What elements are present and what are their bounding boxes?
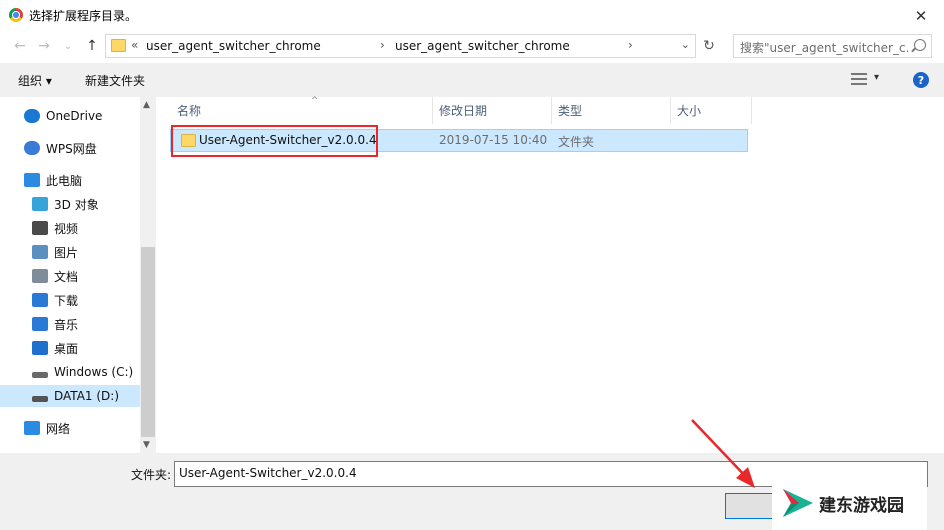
desktop-icon: [32, 341, 48, 355]
breadcrumb-overflow[interactable]: «: [131, 38, 138, 52]
watermark: 建东游戏园: [772, 476, 927, 530]
view-options-icon[interactable]: [851, 73, 867, 85]
file-type: 文件夹: [558, 135, 595, 149]
drive-d-icon: [32, 396, 48, 402]
sidebar-item-label: 视频: [54, 221, 79, 236]
search-placeholder: 搜索"user_agent_switcher_c...: [740, 41, 908, 55]
sidebar-item-label: 桌面: [54, 341, 79, 356]
sidebar-item[interactable]: 网络: [0, 417, 140, 439]
column-headers: 名称 ^ 修改日期 类型 大小: [157, 96, 944, 124]
sort-ascending-icon: ^: [311, 96, 319, 106]
sidebar-item-label: 网络: [46, 421, 71, 436]
column-header-label: 类型: [558, 104, 583, 118]
column-header-modified[interactable]: 修改日期: [433, 97, 552, 124]
title-bar: 选择扩展程序目录。 ✕: [0, 0, 944, 31]
sidebar-item-label: WPS网盘: [46, 141, 97, 156]
video-icon: [32, 221, 48, 235]
watermark-text: 建东游戏园: [819, 495, 904, 516]
watermark-logo-icon: [783, 489, 813, 517]
search-icon[interactable]: [914, 39, 926, 51]
sidebar-item-label: 3D 对象: [54, 197, 99, 212]
sidebar-item-label: 音乐: [54, 317, 79, 332]
onedrive-icon: [24, 109, 40, 123]
organize-button[interactable]: 组织 ▾: [18, 72, 52, 89]
sidebar-item[interactable]: WPS网盘: [0, 137, 140, 159]
drive-c-icon: [32, 372, 48, 378]
sidebar-item[interactable]: DATA1 (D:): [0, 385, 140, 407]
new-folder-button[interactable]: 新建文件夹: [85, 72, 145, 89]
sidebar-item[interactable]: 图片: [0, 241, 140, 263]
file-modified: 2019-07-15 10:40: [439, 133, 548, 147]
computer-icon: [24, 173, 40, 187]
highlight-annotation: [171, 125, 378, 157]
folder-field-label: 文件夹:: [131, 468, 172, 482]
view-dropdown-icon[interactable]: ▾: [874, 72, 879, 83]
sidebar-item-label: 图片: [54, 245, 79, 260]
breadcrumb-separator[interactable]: ›: [628, 38, 633, 52]
download-icon: [32, 293, 48, 307]
breadcrumb-item[interactable]: user_agent_switcher_chrome: [395, 39, 570, 53]
command-toolbar: 组织 ▾ 新建文件夹 ▾ ?: [0, 63, 944, 97]
close-button[interactable]: ✕: [898, 0, 944, 31]
forward-button[interactable]: →: [35, 37, 53, 55]
up-button[interactable]: ↑: [83, 37, 101, 55]
wps-cloud-icon: [24, 141, 40, 155]
column-header-size[interactable]: 大小: [671, 97, 752, 124]
back-button[interactable]: ←: [11, 37, 29, 55]
sidebar-item[interactable]: 3D 对象: [0, 193, 140, 215]
sidebar-item-label: 此电脑: [46, 173, 83, 188]
scroll-thumb[interactable]: [141, 247, 155, 437]
help-button[interactable]: ?: [913, 72, 929, 88]
sidebar-item[interactable]: 下载: [0, 289, 140, 311]
navigation-bar: ← → ⌄ ↑ « user_agent_switcher_chrome › u…: [0, 31, 944, 61]
sidebar-item-label: Windows (C:): [54, 365, 134, 379]
column-header-label: 大小: [677, 104, 702, 118]
folder-icon: [111, 39, 126, 52]
breadcrumb-separator[interactable]: ›: [380, 38, 385, 52]
address-bar[interactable]: « user_agent_switcher_chrome › user_agen…: [105, 34, 696, 58]
recent-locations-button[interactable]: ⌄: [59, 37, 77, 55]
sidebar-item[interactable]: OneDrive: [0, 105, 140, 127]
sidebar-item-label: 下载: [54, 293, 79, 308]
search-box[interactable]: 搜索"user_agent_switcher_c...: [733, 34, 932, 58]
window-title: 选择扩展程序目录。: [29, 9, 138, 23]
column-header-name[interactable]: 名称 ^: [171, 96, 433, 124]
refresh-button[interactable]: ↻: [699, 37, 719, 55]
3d-objects-icon: [32, 197, 48, 211]
sidebar-item[interactable]: 视频: [0, 217, 140, 239]
sidebar-item-label: DATA1 (D:): [54, 389, 120, 403]
sidebar-item[interactable]: 音乐: [0, 313, 140, 335]
sidebar-item[interactable]: 文档: [0, 265, 140, 287]
navigation-pane: OneDrive WPS网盘此电脑 3D 对象视频图片文档下载音乐桌面 Windows…: [0, 97, 156, 453]
chrome-icon: [9, 8, 23, 22]
column-header-type[interactable]: 类型: [552, 97, 671, 124]
sidebar-scrollbar[interactable]: ▲ ▼: [140, 97, 156, 453]
sidebar-item[interactable]: 此电脑: [0, 169, 140, 191]
scroll-up-icon[interactable]: ▲: [143, 100, 150, 110]
sidebar-item-label: OneDrive: [46, 109, 103, 123]
music-icon: [32, 317, 48, 331]
scroll-down-icon[interactable]: ▼: [143, 440, 150, 450]
network-icon: [24, 421, 40, 435]
sidebar-item[interactable]: 桌面: [0, 337, 140, 359]
column-header-label: 修改日期: [439, 104, 488, 118]
sidebar-item-label: 文档: [54, 269, 79, 284]
documents-icon: [32, 269, 48, 283]
address-dropdown-icon[interactable]: ⌄: [681, 38, 690, 51]
pictures-icon: [32, 245, 48, 259]
sidebar-item[interactable]: Windows (C:): [0, 361, 140, 383]
breadcrumb-item[interactable]: user_agent_switcher_chrome: [146, 39, 321, 53]
column-header-label: 名称: [177, 104, 202, 118]
